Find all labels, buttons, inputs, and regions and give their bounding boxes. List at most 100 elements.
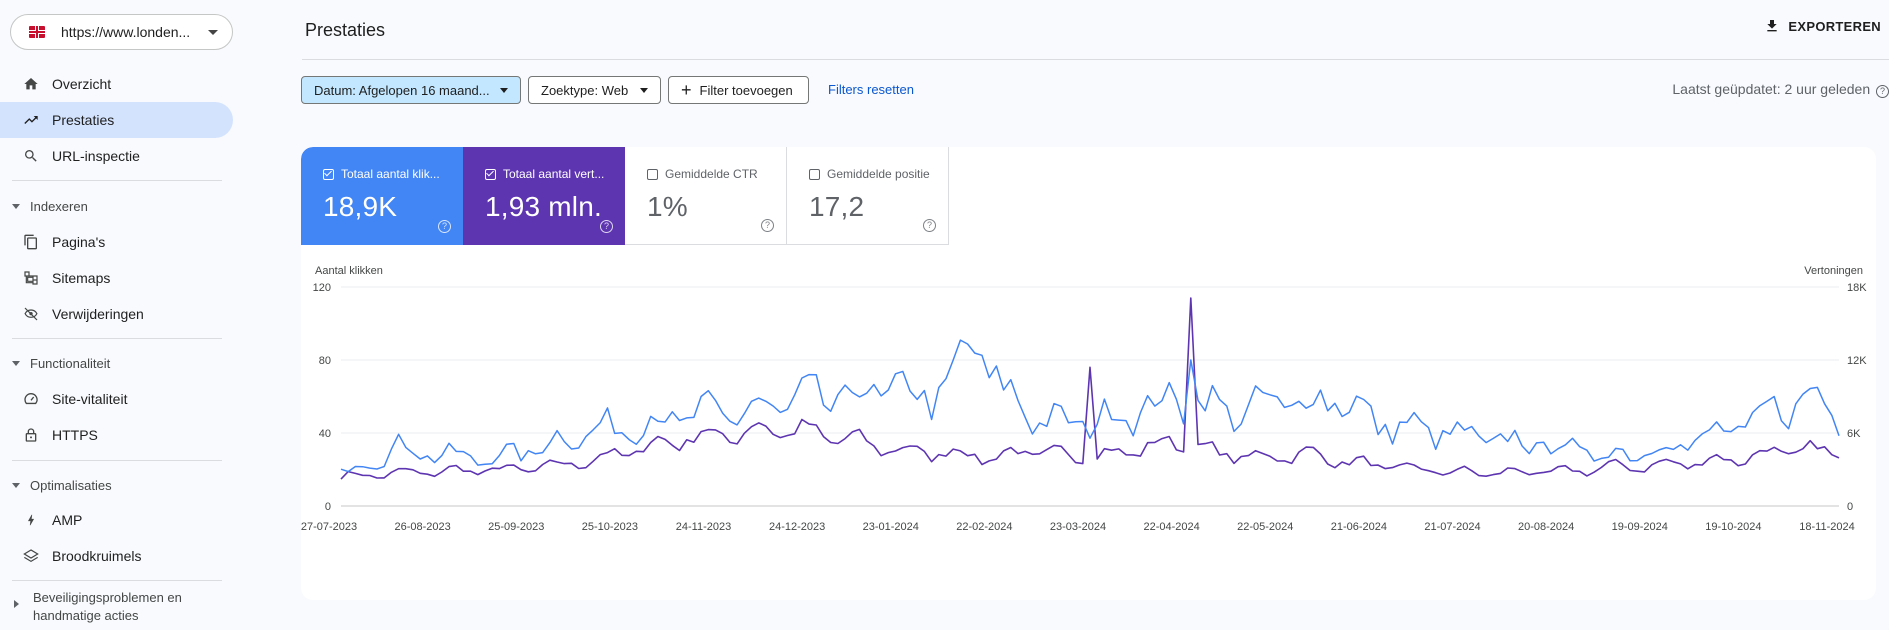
help-icon[interactable]: ? xyxy=(600,220,613,233)
collapse-arrow-icon xyxy=(12,361,20,366)
divider xyxy=(12,180,222,181)
sidebar-item-prestaties[interactable]: Prestaties xyxy=(0,102,233,138)
section-indexeren[interactable]: Indexeren xyxy=(12,199,88,214)
right-tick-label: 12K xyxy=(1847,355,1867,367)
metric-clicks[interactable]: Totaal aantal klik... 18,9K ? xyxy=(301,147,463,245)
x-tick-label: 22-05-2024 xyxy=(1237,521,1293,533)
x-tick-label: 24-12-2023 xyxy=(769,521,825,533)
x-tick-label: 25-10-2023 xyxy=(582,521,638,533)
right-tick-label: 0 xyxy=(1847,501,1853,513)
left-tick-label: 0 xyxy=(325,501,331,513)
sidebar: https://www.londen... Overzicht Prestati… xyxy=(0,0,240,630)
export-button[interactable]: EXPORTEREN xyxy=(1764,18,1881,34)
sidebar-item-https[interactable]: HTTPS xyxy=(0,417,233,453)
left-tick-label: 120 xyxy=(313,282,331,294)
sidebar-item-label: Verwijderingen xyxy=(52,306,144,322)
checkbox-checked-icon xyxy=(323,168,334,180)
help-icon[interactable]: ? xyxy=(761,219,774,232)
metric-value: 18,9K xyxy=(323,191,398,222)
sitemap-icon xyxy=(20,268,42,288)
right-tick-label: 6K xyxy=(1847,428,1861,440)
uk-flag-icon xyxy=(29,26,45,38)
metric-ctr[interactable]: Gemiddelde CTR 1% ? xyxy=(625,147,787,245)
x-tick-label: 27-07-2023 xyxy=(301,521,357,533)
left-axis-title: Aantal klikken xyxy=(315,265,383,277)
sidebar-item-label: Sitemaps xyxy=(52,270,111,286)
left-tick-label: 80 xyxy=(319,355,331,367)
divider xyxy=(12,460,222,461)
help-icon[interactable]: ? xyxy=(1876,85,1889,98)
sidebar-item-site-vitaliteit[interactable]: Site-vitaliteit xyxy=(0,381,233,417)
x-tick-label: 26-08-2023 xyxy=(394,521,450,533)
metric-position[interactable]: Gemiddelde positie 17,2 ? xyxy=(787,147,949,245)
collapse-arrow-icon xyxy=(12,204,20,209)
sidebar-item-url-inspectie[interactable]: URL-inspectie xyxy=(0,138,233,174)
metric-value: 1,93 mln. xyxy=(485,191,602,222)
section-beveiliging[interactable]: Beveiligingsproblemen en handmatige acti… xyxy=(12,589,182,625)
right-tick-label: 18K xyxy=(1847,282,1867,294)
sidebar-item-verwijderingen[interactable]: Verwijderingen xyxy=(0,296,233,332)
x-tick-label: 18-11-2024 xyxy=(1799,521,1854,533)
lock-icon xyxy=(20,425,42,445)
x-tick-label: 19-10-2024 xyxy=(1705,521,1761,533)
gauge-icon xyxy=(20,389,42,409)
divider xyxy=(12,580,222,581)
x-tick-label: 22-02-2024 xyxy=(956,521,1012,533)
sidebar-item-broodkruimels[interactable]: Broodkruimels xyxy=(0,538,233,574)
performance-chart[interactable]: Aantal klikken Vertoningen 0 40 80 120 0 6K 1… xyxy=(301,245,1876,600)
sidebar-item-overzicht[interactable]: Overzicht xyxy=(0,66,233,102)
search-type-chip[interactable]: Zoektype: Web xyxy=(528,76,661,104)
sidebar-item-paginas[interactable]: Pagina's xyxy=(0,224,233,260)
date-filter-chip[interactable]: Datum: Afgelopen 16 maand... xyxy=(301,76,521,104)
metric-impressions[interactable]: Totaal aantal vert... 1,93 mln. ? xyxy=(463,147,625,245)
property-selector[interactable]: https://www.londen... xyxy=(10,14,233,50)
divider xyxy=(12,338,222,339)
help-icon[interactable]: ? xyxy=(438,220,451,233)
add-filter-button[interactable]: + Filter toevoegen xyxy=(668,76,809,104)
download-icon xyxy=(1767,20,1778,32)
sidebar-item-label: Broodkruimels xyxy=(52,548,142,564)
section-functionaliteit[interactable]: Functionaliteit xyxy=(12,356,110,371)
x-tick-label: 21-07-2024 xyxy=(1424,521,1480,533)
reset-filters-link[interactable]: Filters resetten xyxy=(828,82,914,97)
x-tick-label: 21-06-2024 xyxy=(1331,521,1387,533)
bolt-icon xyxy=(20,510,42,530)
home-icon xyxy=(20,74,42,94)
eye-off-icon xyxy=(20,304,42,324)
caret-down-icon xyxy=(500,87,508,93)
checkbox-unchecked-icon xyxy=(809,168,820,180)
sidebar-item-label: AMP xyxy=(52,512,83,528)
right-axis-title: Vertoningen xyxy=(1804,265,1863,277)
sidebar-item-label: Pagina's xyxy=(52,234,106,250)
performance-card: Totaal aantal klik... 18,9K ? Totaal aan… xyxy=(301,147,1876,600)
page-title: Prestaties xyxy=(305,20,386,40)
x-tick-label: 24-11-2023 xyxy=(676,521,731,533)
x-tick-label: 22-04-2024 xyxy=(1143,521,1199,533)
x-tick-label: 19-09-2024 xyxy=(1612,521,1668,533)
sidebar-item-label: Prestaties xyxy=(52,112,115,128)
sidebar-item-label: Overzicht xyxy=(52,76,112,92)
sidebar-item-sitemaps[interactable]: Sitemaps xyxy=(0,260,233,296)
x-tick-label: 25-09-2023 xyxy=(488,521,544,533)
trending-up-icon xyxy=(20,110,42,130)
property-url: https://www.londen... xyxy=(61,24,191,40)
impressions-line[interactable] xyxy=(340,297,1840,480)
expand-arrow-icon xyxy=(14,600,19,608)
checkbox-unchecked-icon xyxy=(647,168,658,180)
x-tick-label: 20-08-2024 xyxy=(1518,521,1574,533)
section-optimalisaties[interactable]: Optimalisaties xyxy=(12,478,112,493)
search-icon xyxy=(20,146,42,166)
plus-icon: + xyxy=(681,80,692,100)
caret-down-icon xyxy=(208,29,218,35)
sidebar-item-label: URL-inspectie xyxy=(52,148,140,164)
sidebar-item-amp[interactable]: AMP xyxy=(0,502,233,538)
header-divider xyxy=(302,59,1889,60)
checkbox-checked-icon xyxy=(485,168,496,180)
layers-icon xyxy=(20,546,42,566)
last-updated-text: Laatst geüpdatet: 2 uur geleden ? xyxy=(1672,81,1889,98)
x-tick-label: 23-01-2024 xyxy=(863,521,919,533)
x-tick-label: 23-03-2024 xyxy=(1050,521,1106,533)
pages-icon xyxy=(20,232,42,252)
help-icon[interactable]: ? xyxy=(923,219,936,232)
collapse-arrow-icon xyxy=(12,483,20,488)
